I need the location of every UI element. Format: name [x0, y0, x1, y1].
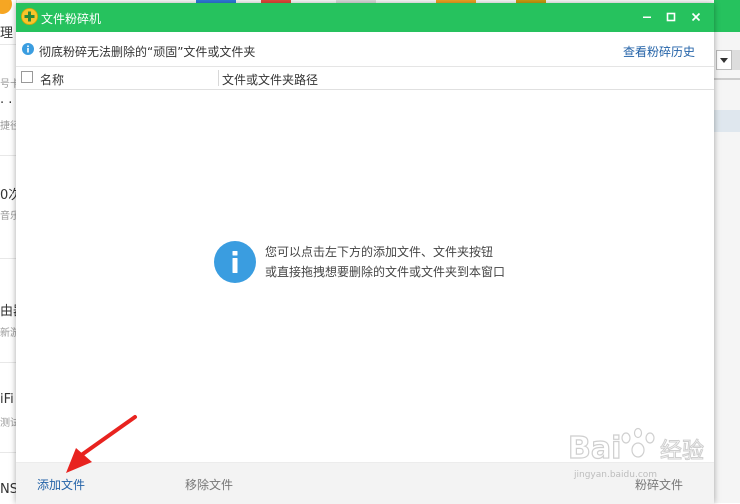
background-app-sidebar: 理 号卡 · · 捷径 0次 音乐 由器 新游 iFi 测试 NS [0, 0, 26, 503]
remove-file-button[interactable]: 移除文件 [185, 476, 233, 493]
background-scrollbar [732, 50, 740, 70]
maximize-button[interactable] [660, 6, 682, 28]
empty-hint-line-2: 或直接拖拽想要删除的文件或文件夹到本窗口 [265, 265, 506, 279]
column-header-path[interactable]: 文件或文件夹路径 [222, 71, 318, 88]
info-large-icon [214, 241, 256, 283]
background-divider [714, 78, 740, 80]
select-all-checkbox[interactable] [21, 71, 33, 83]
background-divider [0, 362, 16, 363]
minimize-button[interactable] [636, 6, 658, 28]
background-divider [0, 258, 16, 259]
background-text: 理 [0, 26, 14, 41]
background-dropdown [716, 50, 732, 70]
minimize-icon [643, 16, 651, 18]
background-panel [714, 110, 740, 132]
close-button[interactable] [685, 6, 707, 28]
background-app-right-edge [714, 0, 740, 503]
empty-list-hint: 您可以点击左下方的添加文件、文件夹按钮 或直接拖拽想要删除的文件或文件夹到本窗口 [214, 241, 654, 285]
notice-text: 彻底粉碎无法删除的“顽固”文件或文件夹 [39, 45, 256, 59]
close-icon [691, 12, 701, 22]
shred-file-button[interactable]: 粉碎文件 [635, 476, 683, 493]
background-text: · · [0, 96, 13, 111]
info-icon [22, 43, 34, 55]
column-divider[interactable] [218, 70, 219, 86]
background-divider [0, 452, 16, 453]
background-green-header [714, 0, 740, 32]
empty-hint-line-1: 您可以点击左下方的添加文件、文件夹按钮 [265, 245, 494, 259]
background-divider [0, 155, 16, 156]
add-file-button[interactable]: 添加文件 [37, 476, 85, 493]
background-text: iFi [0, 392, 14, 407]
background-divider [0, 44, 16, 45]
column-header-name[interactable]: 名称 [40, 71, 64, 88]
shredder-logo-icon [21, 8, 38, 25]
view-shred-history-link[interactable]: 查看粉碎历史 [623, 43, 695, 60]
bottom-action-bar: 添加文件 移除文件 粉碎文件 [16, 462, 714, 504]
maximize-icon [666, 12, 676, 22]
notice-bar: 彻底粉碎无法删除的“顽固”文件或文件夹 查看粉碎历史 [16, 32, 714, 67]
file-shredder-window: 文件粉碎机 彻底粉碎无法删除的“顽固”文件或文件夹 查看粉碎历史 名称 文件或文… [16, 3, 714, 504]
window-title: 文件粉碎机 [41, 12, 102, 26]
title-bar[interactable]: 文件粉碎机 [16, 3, 714, 32]
background-app-logo [0, 0, 12, 14]
file-list-header: 名称 文件或文件夹路径 [16, 67, 714, 90]
